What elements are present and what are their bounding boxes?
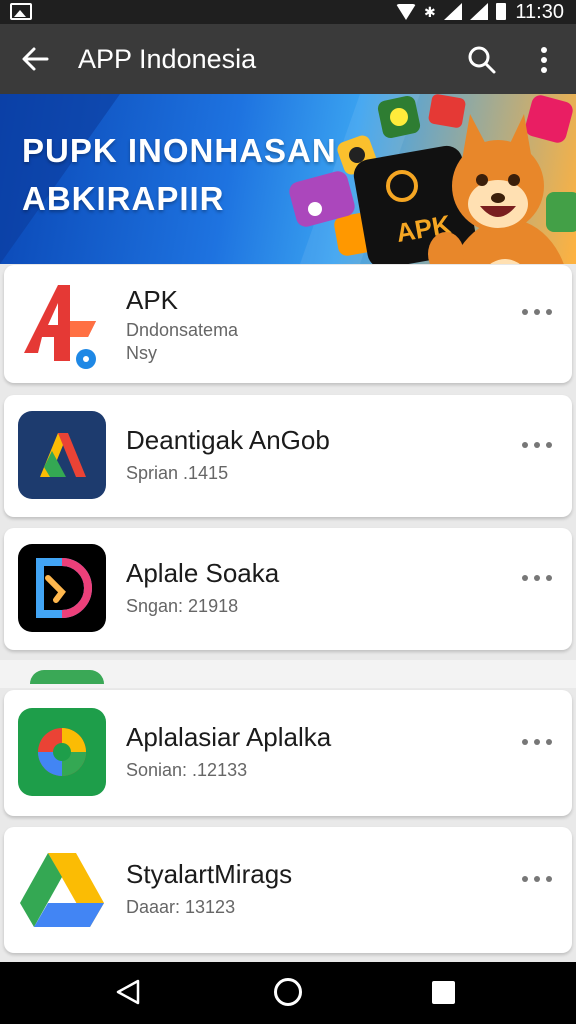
- app-name: APK: [126, 285, 179, 315]
- wifi-icon: [396, 3, 416, 20]
- app-icon-pinwheel: [18, 708, 106, 796]
- app-bar: APP Indonesia: [0, 24, 576, 94]
- more-horiz-icon[interactable]: [522, 874, 552, 884]
- banner-artwork: APK: [0, 94, 576, 264]
- page-title: APP Indonesia: [78, 44, 257, 74]
- banner-subheadline: ABKIRAPIIR: [22, 180, 225, 217]
- banner-headline: PUPK INONHASAN: [22, 132, 337, 169]
- app-publisher: Dndonsatema: [126, 320, 239, 340]
- arrow-left-icon[interactable]: [20, 44, 50, 74]
- apk-logo-icon: [24, 285, 96, 369]
- app-name: StyalartMirags: [126, 859, 293, 889]
- leaf-icon: [30, 670, 104, 684]
- app-icon-arrow: [18, 411, 106, 499]
- signal-icon: [470, 3, 488, 20]
- list-divider: [0, 660, 576, 688]
- nav-home-icon[interactable]: [274, 978, 302, 1006]
- app-meta: Sngan: 21918: [126, 596, 239, 616]
- more-horiz-icon[interactable]: [522, 737, 552, 747]
- app-meta: Sprian .1415: [126, 463, 229, 483]
- more-horiz-icon[interactable]: [522, 440, 552, 450]
- app-card[interactable]: StyalartMirags Daaar: 13123: [4, 827, 572, 953]
- app-card[interactable]: APK Dndonsatema Nsy: [4, 265, 572, 383]
- gallery-icon: [10, 3, 32, 20]
- app-card[interactable]: Aplale Soaka Sngan: 21918: [4, 528, 572, 650]
- status-clock: 11:30: [515, 1, 564, 23]
- status-bar: ✱ 11:30: [0, 0, 576, 24]
- more-horiz-icon[interactable]: [522, 573, 552, 583]
- app-name: Aplale Soaka: [126, 558, 280, 588]
- app-icon-d-logo: [18, 544, 106, 632]
- app-name: Aplalasiar Aplalka: [126, 722, 332, 752]
- app-card[interactable]: Aplalasiar Aplalka Sonian: .12133: [4, 690, 572, 816]
- more-horiz-icon[interactable]: [522, 307, 552, 317]
- app-icon-drive: [20, 853, 104, 927]
- search-icon[interactable]: [466, 44, 498, 76]
- system-nav-bar: [0, 962, 576, 1024]
- promo-banner[interactable]: APK PUPK INONHASAN ABKIRAPIIR: [0, 94, 576, 264]
- app-meta: Sonian: .12133: [126, 760, 248, 780]
- app-name: Deantigak AnGob: [126, 425, 330, 455]
- nav-back-icon[interactable]: [114, 978, 142, 1006]
- battery-icon: [496, 3, 506, 20]
- bluetooth-icon: ✱: [424, 3, 436, 20]
- status-icons: ✱: [396, 3, 506, 20]
- app-meta: Daaar: 13123: [126, 897, 236, 917]
- more-vert-icon[interactable]: [530, 44, 558, 76]
- nav-recents-icon[interactable]: [432, 981, 455, 1004]
- app-card[interactable]: Deantigak AnGob Sprian .1415: [4, 395, 572, 517]
- app-meta: Nsy: [126, 343, 157, 363]
- signal-icon: [444, 3, 462, 20]
